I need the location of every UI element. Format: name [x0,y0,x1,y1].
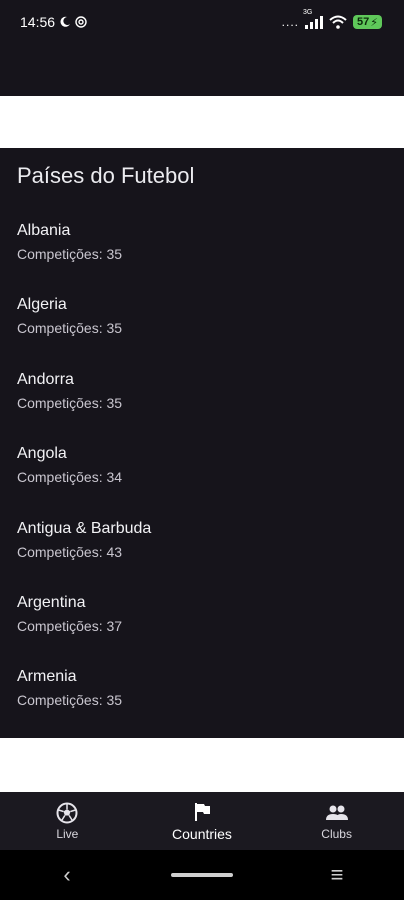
list-item[interactable]: Armenia Competições: 35 [0,666,404,740]
nav-item-countries[interactable]: Countries [142,801,262,842]
country-name: Algeria [17,296,67,314]
list-item[interactable]: Algeria Competições: 35 [0,294,404,368]
app-bar-area [0,44,404,96]
list-item[interactable]: Antigua & Barbuda Competições: 43 [0,518,404,592]
nav-label-live: Live [56,826,79,841]
country-name: Angola [17,445,67,463]
bottom-navigation: Live Countries Clubs [0,792,404,850]
back-button[interactable]: ‹ [37,862,97,888]
network-tag: 3G [303,9,313,16]
status-time: 14:56 [20,14,56,30]
list-item[interactable]: Andorra Competições: 35 [0,369,404,443]
country-name: Armenia [17,668,77,686]
flag-icon [194,802,210,821]
page-title: Países do Futebol [17,163,195,188]
country-list: Albania Competições: 35 Algeria Competiç… [0,220,404,741]
competitions-count: Competições: 35 [17,692,123,709]
country-name: Albania [17,222,71,239]
competitions-count: Competições: 37 [17,617,123,634]
nav-label-clubs: Clubs [321,826,352,841]
country-name: Antigua & Barbuda [17,519,152,537]
nav-item-live[interactable]: Live [7,802,127,841]
nav-item-clubs[interactable]: Clubs [277,802,397,841]
list-item[interactable]: Argentina Competições: 37 [0,592,404,666]
charging-icon: ⚡ [370,16,378,29]
system-navigation-bar: ‹ ≡ [0,850,404,900]
battery-icon: 57 ⚡ [353,15,382,29]
status-bar: 14:56 .... 3G 57 ⚡ [0,0,404,44]
countries-list-panel: Países do Futebol Albania Competições: 3… [0,148,404,738]
competitions-count: Competições: 35 [17,246,123,262]
people-icon [325,805,348,820]
list-item[interactable]: Albania Competições: 35 [0,220,404,294]
home-button[interactable] [171,873,233,877]
top-ad-banner[interactable] [0,96,404,148]
country-name: Argentina [17,593,86,611]
moon-icon [60,16,71,27]
nav-label-countries: Countries [172,825,232,842]
at-sign-icon [75,16,87,28]
wifi-icon [329,15,347,29]
list-item[interactable]: Angola Competições: 34 [0,443,404,517]
signal-icon: 3G [303,9,324,29]
competitions-count: Competições: 34 [17,469,123,486]
competitions-count: Competições: 43 [17,543,123,560]
battery-level: 57 [357,16,370,28]
competitions-count: Competições: 35 [17,320,123,337]
status-right: .... 3G 57 ⚡ [281,9,382,29]
soccer-ball-icon [56,802,78,823]
notification-dots: .... [281,15,300,29]
status-left: 14:56 [20,14,87,30]
bottom-ad-banner[interactable] [0,738,404,792]
competitions-count: Competições: 35 [17,394,123,411]
menu-button[interactable]: ≡ [307,862,367,888]
country-name: Andorra [17,370,74,388]
